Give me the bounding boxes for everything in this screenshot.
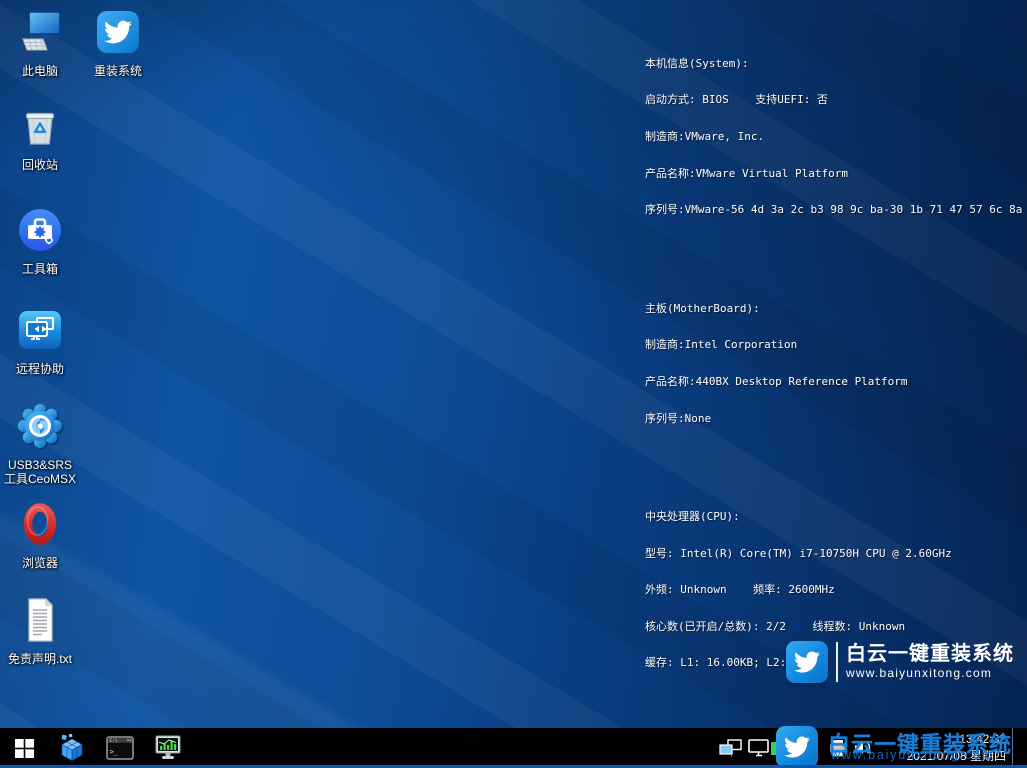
- brand-watermark: 白云一键重装系统 www.baiyunxitong.com: [786, 641, 1014, 683]
- desktop-icon-label: 浏览器: [2, 556, 78, 570]
- desktop-icon-recycle-bin[interactable]: 回收站: [2, 102, 78, 172]
- watermark-title: 白云一键重装系统: [846, 643, 1014, 666]
- desktop-icon-reinstall-system[interactable]: 重装系统: [80, 8, 156, 78]
- show-desktop-button[interactable]: [1012, 728, 1027, 768]
- desktop-icon-label: USB3&SRS工具CeoMSX: [2, 458, 78, 486]
- overlay-watermark-title: 白云一键重装系统: [828, 727, 1012, 759]
- taskbar-app-task-manager[interactable]: [144, 728, 192, 768]
- svg-text:>_: >_: [110, 748, 119, 756]
- opera-browser-icon: [16, 500, 64, 548]
- desktop-icon-browser[interactable]: 浏览器: [2, 500, 78, 570]
- command-prompt-icon: C:\ >_: [106, 736, 134, 760]
- desktop-icon-label: 回收站: [2, 158, 78, 172]
- desktop-icon-usb3-srs-tool[interactable]: USB3&SRS工具CeoMSX: [2, 402, 78, 486]
- bird-icon: [783, 734, 811, 760]
- desktop-screen: 此电脑 重装系统 回收站 工: [0, 0, 1027, 768]
- desktop-icon-label: 工具箱: [2, 262, 78, 276]
- reinstall-bird-icon: [94, 8, 142, 56]
- taskbar-app-registry-cube[interactable]: [48, 728, 96, 768]
- desktop-icon-remote-assist[interactable]: 远程协助: [2, 306, 78, 376]
- tray-display-icon[interactable]: [746, 738, 772, 758]
- bird-icon: [793, 649, 821, 675]
- watermark-divider: [836, 642, 838, 682]
- recycle-bin-icon: [16, 102, 64, 150]
- tray-network-computers-icon[interactable]: [718, 738, 744, 758]
- this-pc-icon: [16, 8, 64, 56]
- windows-logo-icon: [15, 739, 34, 758]
- svg-text:C:\: C:\: [110, 738, 118, 744]
- usb3-srs-gear-icon: [16, 402, 64, 450]
- taskbar-app-cmd[interactable]: C:\ >_: [96, 728, 144, 768]
- desktop-icon-this-pc[interactable]: 此电脑: [2, 8, 78, 78]
- desktop-icon-label: 重装系统: [80, 64, 156, 78]
- overlay-bird-logo[interactable]: [776, 726, 818, 768]
- watermark-url: www.baiyunxitong.com: [846, 666, 1014, 681]
- system-info-motherboard-block: 主板(MotherBoard): 制造商:Intel Corporation 产…: [645, 278, 1025, 449]
- desktop-icon-label: 此电脑: [2, 64, 78, 78]
- start-button[interactable]: [0, 728, 48, 768]
- toolbox-icon: [16, 206, 64, 254]
- desktop-icon-label: 远程协助: [2, 362, 78, 376]
- brand-bird-logo: [786, 641, 828, 683]
- performance-monitor-icon: [153, 734, 183, 762]
- remote-assist-icon: [16, 306, 64, 354]
- desktop-icon-disclaimer-txt[interactable]: 免责声明.txt: [2, 596, 78, 666]
- desktop-icon-label: 免责声明.txt: [2, 652, 78, 666]
- text-file-icon: [16, 596, 64, 644]
- blue-cube-icon: [58, 734, 86, 762]
- desktop-icon-toolbox[interactable]: 工具箱: [2, 206, 78, 276]
- system-info-system-block: 本机信息(System): 启动方式: BIOS 支持UEFI: 否 制造商:V…: [645, 33, 1025, 240]
